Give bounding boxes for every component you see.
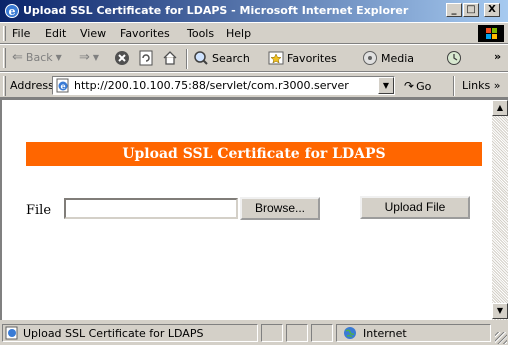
favorites-button[interactable]: Favorites	[268, 50, 337, 66]
toolbar-grip[interactable]	[3, 48, 6, 68]
address-bar: Address e http://200.10.100.75:88/servle…	[0, 72, 508, 98]
home-icon	[163, 51, 177, 65]
back-button[interactable]: ⇐ Back ▼	[12, 50, 62, 65]
address-input[interactable]: e http://200.10.100.75:88/servlet/com.r3…	[52, 76, 395, 95]
go-label: Go	[416, 79, 432, 93]
close-button[interactable]: X	[484, 3, 500, 17]
status-pane-3	[311, 324, 333, 342]
menu-help[interactable]: Help	[226, 27, 251, 40]
windows-logo-icon	[478, 25, 504, 42]
forward-arrow-icon: ⇒	[79, 50, 90, 65]
status-zone-pane: Internet	[336, 324, 491, 342]
resize-grip[interactable]	[495, 332, 507, 344]
menu-file[interactable]: File	[12, 27, 30, 40]
content-area: Upload SSL Certificate for LDAPS File Br…	[0, 98, 508, 320]
menu-grip[interactable]	[3, 26, 6, 41]
scroll-down-button[interactable]: ▼	[492, 303, 508, 319]
toolbar-overflow-button[interactable]: »	[494, 50, 501, 63]
history-button[interactable]	[446, 50, 462, 66]
status-text-pane: Upload SSL Certificate for LDAPS	[2, 324, 258, 342]
links-button[interactable]: Links »	[462, 79, 500, 92]
go-arrow-icon: ↷	[404, 79, 415, 93]
standard-toolbar: ⇐ Back ▼ ⇒ ▼ Search Favorites Media »	[0, 44, 508, 72]
svg-text:e: e	[60, 81, 65, 91]
file-path-input[interactable]	[64, 198, 238, 219]
menu-bar: File Edit View Favorites Tools Help	[0, 22, 508, 44]
go-button[interactable]: ↷ Go	[404, 79, 431, 93]
title-bar[interactable]: e Upload SSL Certificate for LDAPS - Mic…	[0, 0, 508, 22]
file-label: File	[26, 203, 52, 218]
media-button[interactable]: Media	[362, 50, 414, 66]
stop-button[interactable]	[114, 50, 130, 66]
back-dropdown-icon[interactable]: ▼	[56, 53, 62, 62]
links-separator	[453, 76, 455, 96]
internet-explorer-icon: e	[5, 4, 19, 18]
window-title: Upload SSL Certificate for LDAPS - Micro…	[23, 4, 409, 17]
media-label: Media	[381, 51, 415, 65]
home-button[interactable]	[162, 50, 178, 66]
refresh-icon	[139, 50, 153, 66]
stop-icon	[115, 51, 129, 65]
back-label: Back	[25, 51, 53, 64]
ie-window: e Upload SSL Certificate for LDAPS - Mic…	[0, 0, 508, 345]
page-status-icon	[5, 326, 18, 340]
address-label: Address	[10, 79, 54, 92]
search-label: Search	[212, 51, 250, 65]
forward-dropdown-icon[interactable]: ▼	[93, 53, 99, 62]
status-text: Upload SSL Certificate for LDAPS	[23, 327, 204, 340]
web-page: Upload SSL Certificate for LDAPS File Br…	[4, 100, 492, 320]
status-zone: Internet	[363, 327, 407, 340]
status-bar: Upload SSL Certificate for LDAPS Interne…	[0, 321, 508, 345]
address-grip[interactable]	[3, 76, 6, 96]
favorites-label: Favorites	[287, 51, 337, 65]
menu-edit[interactable]: Edit	[45, 27, 66, 40]
address-url: http://200.10.100.75:88/servlet/com.r300…	[74, 79, 349, 92]
toolbar-separator	[186, 49, 188, 69]
vertical-scrollbar[interactable]: ▲ ▼	[492, 100, 508, 320]
page-icon: e	[56, 78, 69, 93]
media-icon	[363, 51, 377, 65]
status-pane-2	[286, 324, 308, 342]
history-icon	[447, 51, 461, 65]
browse-button[interactable]: Browse...	[240, 197, 320, 220]
menu-favorites[interactable]: Favorites	[120, 27, 170, 40]
upload-file-button[interactable]: Upload File	[360, 196, 470, 219]
favorites-icon	[268, 51, 284, 65]
status-pane-1	[261, 324, 283, 342]
back-arrow-icon: ⇐	[12, 50, 23, 65]
page-title-banner: Upload SSL Certificate for LDAPS	[26, 142, 482, 166]
menu-view[interactable]: View	[80, 27, 106, 40]
maximize-button[interactable]: □	[463, 3, 479, 17]
internet-zone-icon	[344, 327, 356, 339]
address-dropdown-button[interactable]: ▼	[378, 77, 394, 94]
svg-text:e: e	[9, 5, 16, 18]
search-icon	[194, 51, 208, 65]
menu-tools[interactable]: Tools	[187, 27, 214, 40]
refresh-button[interactable]	[138, 50, 154, 66]
minimize-button[interactable]: _	[446, 3, 462, 17]
search-button[interactable]: Search	[193, 50, 250, 66]
forward-button[interactable]: ⇒ ▼	[79, 50, 99, 65]
scroll-up-button[interactable]: ▲	[492, 100, 508, 116]
